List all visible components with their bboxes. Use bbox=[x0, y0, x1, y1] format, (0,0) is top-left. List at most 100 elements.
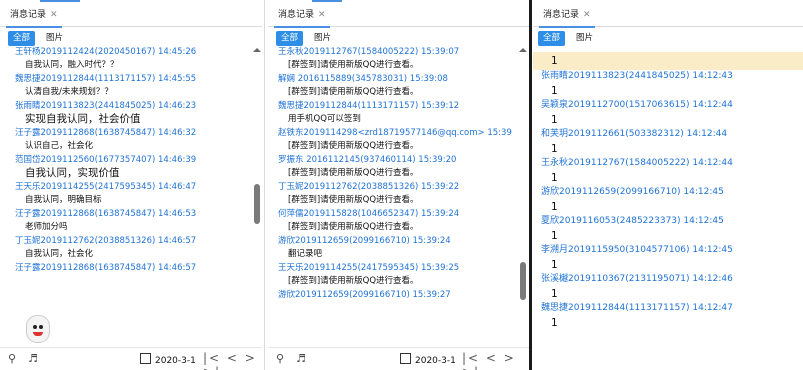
message-sender[interactable]: 游欣2019112659(2099166710) 15:39:24 bbox=[278, 235, 512, 247]
close-icon[interactable]: ✕ bbox=[583, 10, 591, 20]
filter-bar: 全部 图片 bbox=[538, 31, 604, 47]
tab-label: 消息记录 bbox=[543, 10, 580, 20]
filter-images-button[interactable]: 图片 bbox=[571, 31, 598, 46]
message-item: 游欣2019112659(2099166710) 15:39:27 bbox=[278, 289, 512, 301]
sticker-image bbox=[26, 315, 50, 343]
message-text: 1 bbox=[551, 317, 558, 329]
message-sender[interactable]: 魏思捷2019112844(1113171157) 14:12:47 bbox=[541, 302, 803, 315]
page-nav[interactable]: |< < > >| bbox=[203, 351, 262, 370]
tab-bar: 消息记录 ✕ bbox=[0, 4, 262, 28]
message-text: 认识自己，社会化 bbox=[25, 141, 94, 151]
message-text: [群签到]请使用新版QQ进行查看。 bbox=[288, 195, 419, 205]
chat-panel-3: 消息记录 ✕ 全部 图片 1 张雨睛2019113823(2441845025) 1… bbox=[533, 0, 803, 370]
message-text: 1 bbox=[551, 259, 558, 271]
message-text: [群签到]请使用新版QQ进行查看。 bbox=[288, 60, 419, 70]
message-sender[interactable]: 张溪樾2019110367(2131195071) 14:12:46 bbox=[541, 273, 803, 286]
message-item: 魏思捷2019112844(1113171157) 14:45:55 认清自我/未… bbox=[15, 73, 248, 100]
message-sender[interactable]: 吴颖泉2019112700(1517063615) 14:12:44 bbox=[541, 99, 803, 112]
message-item: 赵铁东2019114298<zrd18719577146@qq.com> 15:… bbox=[278, 127, 512, 154]
search-icon[interactable]: ⚲ bbox=[8, 352, 16, 365]
message-item: 王永秋2019112767(1584005222) 15:39:07 [群签到]请… bbox=[278, 46, 512, 73]
filter-images-button[interactable]: 图片 bbox=[309, 31, 336, 46]
message-sender[interactable]: 赵铁东2019114298<zrd18719577146@qq.com> 15:… bbox=[278, 127, 512, 139]
message-sender[interactable]: 游欣2019112659(2099166710) 15:39:27 bbox=[278, 289, 512, 301]
chat-panel-2: 消息记录 ✕ 全部 图片 王永秋2019112767(1584005222) 15:… bbox=[268, 0, 530, 370]
message-item: 游欣2019112659(2099166710) 15:39:24 翻记录吧 bbox=[278, 235, 512, 262]
filter-all-button[interactable]: 全部 bbox=[8, 31, 36, 46]
message-item: 张溪樾2019110367(2131195071) 14:12:46 1 bbox=[533, 273, 803, 302]
date-picker[interactable]: 2020-3-1 bbox=[140, 353, 196, 366]
message-sender[interactable]: 解娴 2016115889(345783031) 15:39:08 bbox=[278, 73, 512, 85]
message-sender[interactable]: 罗振东 2016112145(937460114) 15:39:20 bbox=[278, 154, 512, 166]
message-text: 用手机QQ可以签到 bbox=[288, 114, 361, 124]
speaker-icon[interactable]: ♬ bbox=[28, 352, 38, 365]
tab-message-history[interactable]: 消息记录 ✕ bbox=[539, 4, 595, 28]
message-sender[interactable]: 张雨睛2019113823(2441845025) 14:46:23 bbox=[15, 100, 248, 112]
message-sender[interactable]: 何萍儒2019115828(1046652347) 15:39:24 bbox=[278, 208, 512, 220]
message-text: 1 bbox=[551, 288, 558, 300]
message-sender[interactable]: 张雨睛2019113823(2441845025) 14:12:43 bbox=[541, 70, 803, 83]
message-item: 吴颖泉2019112700(1517063615) 14:12:44 1 bbox=[533, 99, 803, 128]
message-sender[interactable]: 李溯月2019115950(3104577106) 14:12:45 bbox=[541, 244, 803, 257]
message-item: 王轩杨2019112424(2020450167) 14:45:26 自我认同，融… bbox=[15, 46, 248, 73]
message-sender[interactable]: 王轩杨2019112424(2020450167) 14:45:26 bbox=[15, 46, 248, 58]
top-accent bbox=[312, 0, 342, 2]
message-sender[interactable]: 范国岱2019112560(1677357407) 14:46:39 bbox=[15, 154, 248, 166]
scrollbar[interactable] bbox=[519, 48, 527, 352]
filter-bar: 全部 图片 bbox=[276, 31, 342, 47]
message-text: 1 bbox=[551, 172, 558, 184]
message-sender[interactable]: 魏思捷2019112844(1113171157) 14:45:55 bbox=[15, 73, 248, 85]
tab-message-history[interactable]: 消息记录 ✕ bbox=[274, 4, 330, 28]
message-sender[interactable]: 和芙玥2019112661(503382312) 14:12:44 bbox=[541, 128, 803, 141]
message-sender[interactable]: 王永秋2019112767(1584005222) 14:12:44 bbox=[541, 157, 803, 170]
message-item: 丁玉妮2019112762(2038851326) 15:39:22 [群签到]请… bbox=[278, 181, 512, 208]
message-sender[interactable]: 夏欣2019116053(2485223373) 14:12:45 bbox=[541, 215, 803, 228]
message-sender[interactable]: 魏思捷2019112844(1113171157) 15:39:12 bbox=[278, 100, 512, 112]
message-text: 1 bbox=[551, 114, 558, 126]
message-item: 游欣2019112659(2099166710) 14:12:45 1 bbox=[533, 186, 803, 215]
filter-all-button[interactable]: 全部 bbox=[276, 31, 304, 46]
message-item: 张雨睛2019113823(2441845025) 14:46:23 实现自我认同… bbox=[15, 100, 248, 127]
page-nav[interactable]: |< < > >| bbox=[462, 351, 530, 370]
message-item: 汪子露2019112868(1638745847) 14:46:57 bbox=[15, 262, 248, 274]
message-item: 何萍儒2019115828(1046652347) 15:39:24 [群签到]请… bbox=[278, 208, 512, 235]
message-sender[interactable]: 丁玉妮2019112762(2038851326) 15:39:22 bbox=[278, 181, 512, 193]
close-icon[interactable]: ✕ bbox=[318, 10, 326, 20]
message-sender[interactable]: 汪子露2019112868(1638745847) 14:46:53 bbox=[15, 208, 248, 220]
message-sender[interactable]: 游欣2019112659(2099166710) 14:12:45 bbox=[541, 186, 803, 199]
message-sender[interactable]: 丁玉妮2019112762(2038851326) 14:46:57 bbox=[15, 235, 248, 247]
message-sender[interactable]: 王天乐2019114255(2417595345) 14:46:47 bbox=[15, 181, 248, 193]
message-sender[interactable]: 王天乐2019114255(2417595345) 15:39:25 bbox=[278, 262, 512, 274]
date-picker[interactable]: 2020-3-1 bbox=[400, 353, 456, 366]
filter-images-button[interactable]: 图片 bbox=[41, 31, 68, 46]
message-item: 王永秋2019112767(1584005222) 14:12:44 1 bbox=[533, 157, 803, 186]
window-divider bbox=[529, 0, 532, 370]
message-item: 范国岱2019112560(1677357407) 14:46:39 自我认同，实… bbox=[15, 154, 248, 181]
search-icon[interactable]: ⚲ bbox=[276, 352, 284, 365]
bottom-toolbar: ⚲ ♬ 2020-3-1 |< < > >| bbox=[268, 347, 530, 370]
scrollbar-thumb[interactable] bbox=[520, 262, 526, 300]
tab-message-history[interactable]: 消息记录 ✕ bbox=[6, 4, 62, 28]
message-text: [群签到]请使用新版QQ进行查看。 bbox=[288, 222, 419, 232]
scrollbar[interactable] bbox=[253, 48, 261, 352]
filter-all-button[interactable]: 全部 bbox=[538, 31, 566, 46]
message-list: 1 张雨睛2019113823(2441845025) 14:12:43 1 吴颖泉… bbox=[533, 52, 803, 331]
message-item: 张雨睛2019113823(2441845025) 14:12:43 1 bbox=[533, 70, 803, 99]
message-sender[interactable]: 汪子露2019112868(1638745847) 14:46:57 bbox=[15, 262, 248, 274]
message-text: [群签到]请使用新版QQ进行查看。 bbox=[288, 141, 419, 151]
message-item: 解娴 2016115889(345783031) 15:39:08 [群签到]请使… bbox=[278, 73, 512, 100]
message-sender[interactable]: 汪子露2019112868(1638745847) 14:46:32 bbox=[15, 127, 248, 139]
message-item: 汪子露2019112868(1638745847) 14:46:32 认识自己，社… bbox=[15, 127, 248, 154]
close-icon[interactable]: ✕ bbox=[50, 10, 58, 20]
message-item: 丁玉妮2019112762(2038851326) 14:46:57 自我认同，社… bbox=[15, 235, 248, 262]
message-sender[interactable]: 王永秋2019112767(1584005222) 15:39:07 bbox=[278, 46, 512, 58]
scrollbar-thumb[interactable] bbox=[254, 184, 260, 224]
divider bbox=[264, 0, 265, 370]
message-item: 魏思捷2019112844(1113171157) 14:12:47 1 bbox=[533, 302, 803, 331]
speaker-icon[interactable]: ♬ bbox=[296, 352, 306, 365]
message-text: 实现自我认同，社会价值 bbox=[25, 113, 141, 125]
message-item: 和芙玥2019112661(503382312) 14:12:44 1 bbox=[533, 128, 803, 157]
message-item: 汪子露2019112868(1638745847) 14:46:53 老师加分吗 bbox=[15, 208, 248, 235]
tab-label: 消息记录 bbox=[278, 10, 315, 20]
calendar-icon bbox=[140, 353, 151, 364]
